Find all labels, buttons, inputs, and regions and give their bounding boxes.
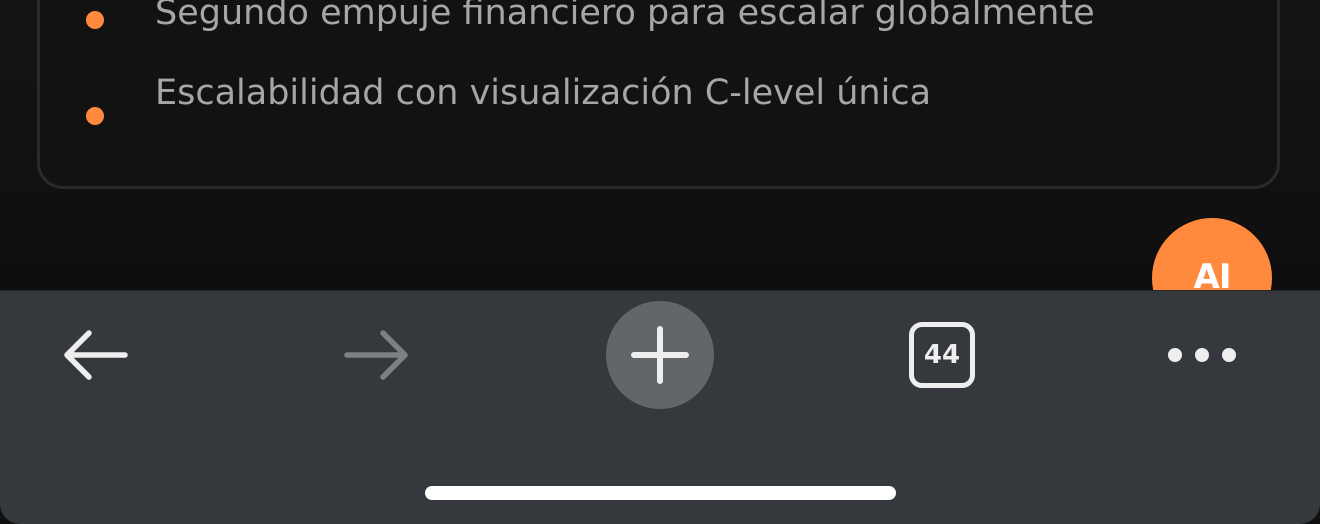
- tab-switcher-button[interactable]: 44: [888, 301, 996, 409]
- new-tab-button[interactable]: [606, 301, 714, 409]
- list-item: Escalabilidad con visualización C-level …: [40, 73, 1280, 125]
- list-item: Segundo empuje financiero para escalar g…: [40, 0, 1280, 33]
- bullet-dot-icon: [86, 11, 104, 29]
- arrow-left-icon: [64, 330, 128, 380]
- more-menu-button[interactable]: [1148, 301, 1256, 409]
- arrow-right-icon: [344, 330, 408, 380]
- forward-button[interactable]: [323, 301, 431, 409]
- ai-assistant-button[interactable]: AI: [1152, 218, 1272, 290]
- bullet-text: Escalabilidad con visualización C-level …: [155, 73, 932, 113]
- new-tab-circle: [606, 301, 714, 409]
- plus-icon: [631, 326, 689, 384]
- bullet-text: Segundo empuje financiero para escalar g…: [155, 0, 1095, 33]
- tab-count-badge: 44: [909, 322, 975, 388]
- browser-bottom-toolbar: 44: [0, 290, 1320, 524]
- bullet-dot-icon: [86, 107, 104, 125]
- home-indicator[interactable]: [425, 486, 896, 500]
- web-page-content: Segundo empuje financiero para escalar g…: [0, 0, 1320, 290]
- ellipsis-icon: [1168, 348, 1236, 362]
- back-button[interactable]: [41, 301, 149, 409]
- browser-viewport: Segundo empuje financiero para escalar g…: [0, 0, 1320, 524]
- features-card: Segundo empuje financiero para escalar g…: [37, 0, 1280, 189]
